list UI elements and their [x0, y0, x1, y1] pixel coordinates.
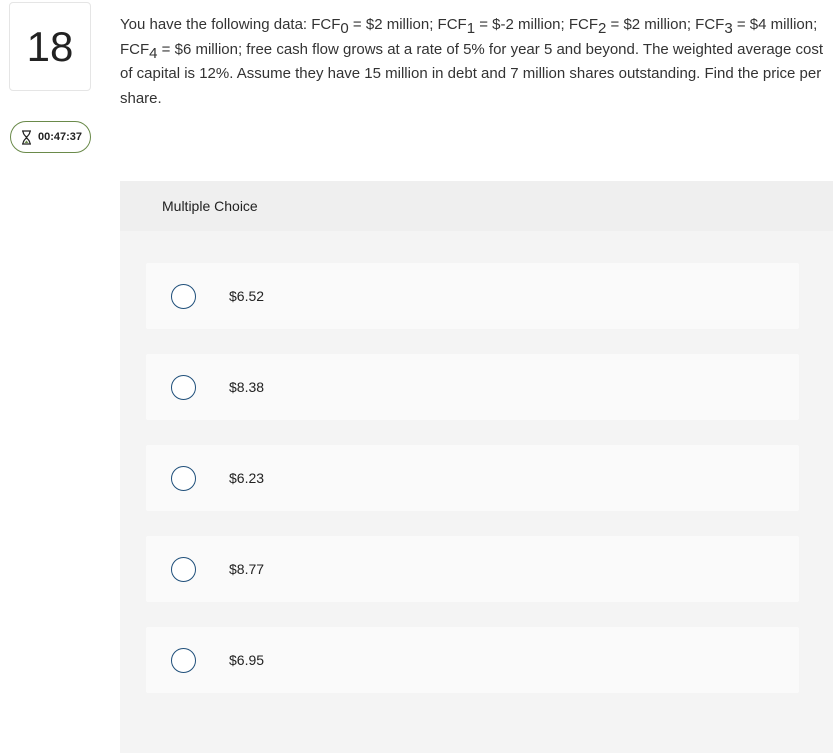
- answer-label: $6.52: [229, 288, 265, 304]
- timer-value: 00:47:37: [38, 131, 83, 143]
- multiple-choice-header: Multiple Choice: [120, 181, 833, 231]
- answer-option-3[interactable]: $6.23: [146, 445, 799, 511]
- answer-label: $8.77: [229, 561, 265, 577]
- answer-label: $8.38: [229, 379, 265, 395]
- timer-badge[interactable]: 00:47:37: [10, 121, 91, 153]
- multiple-choice-panel: Multiple Choice $6.52 $8.38 $6.23 $8.77 …: [120, 181, 833, 753]
- radio-button[interactable]: [171, 283, 196, 309]
- answer-option-5[interactable]: $6.95: [146, 627, 799, 693]
- answer-option-2[interactable]: $8.38: [146, 354, 799, 420]
- answer-option-1[interactable]: $6.52: [146, 263, 799, 329]
- radio-button[interactable]: [171, 374, 196, 400]
- radio-button[interactable]: [171, 647, 196, 673]
- question-text: You have the following data: FCF0 = $2 m…: [120, 16, 824, 107]
- radio-button[interactable]: [171, 465, 196, 491]
- question-number: 18: [9, 2, 91, 91]
- hourglass-icon: [21, 129, 32, 145]
- answer-label: $6.23: [229, 470, 265, 486]
- answer-label: $6.95: [229, 652, 265, 668]
- radio-button[interactable]: [171, 556, 196, 582]
- answer-option-4[interactable]: $8.77: [146, 536, 799, 602]
